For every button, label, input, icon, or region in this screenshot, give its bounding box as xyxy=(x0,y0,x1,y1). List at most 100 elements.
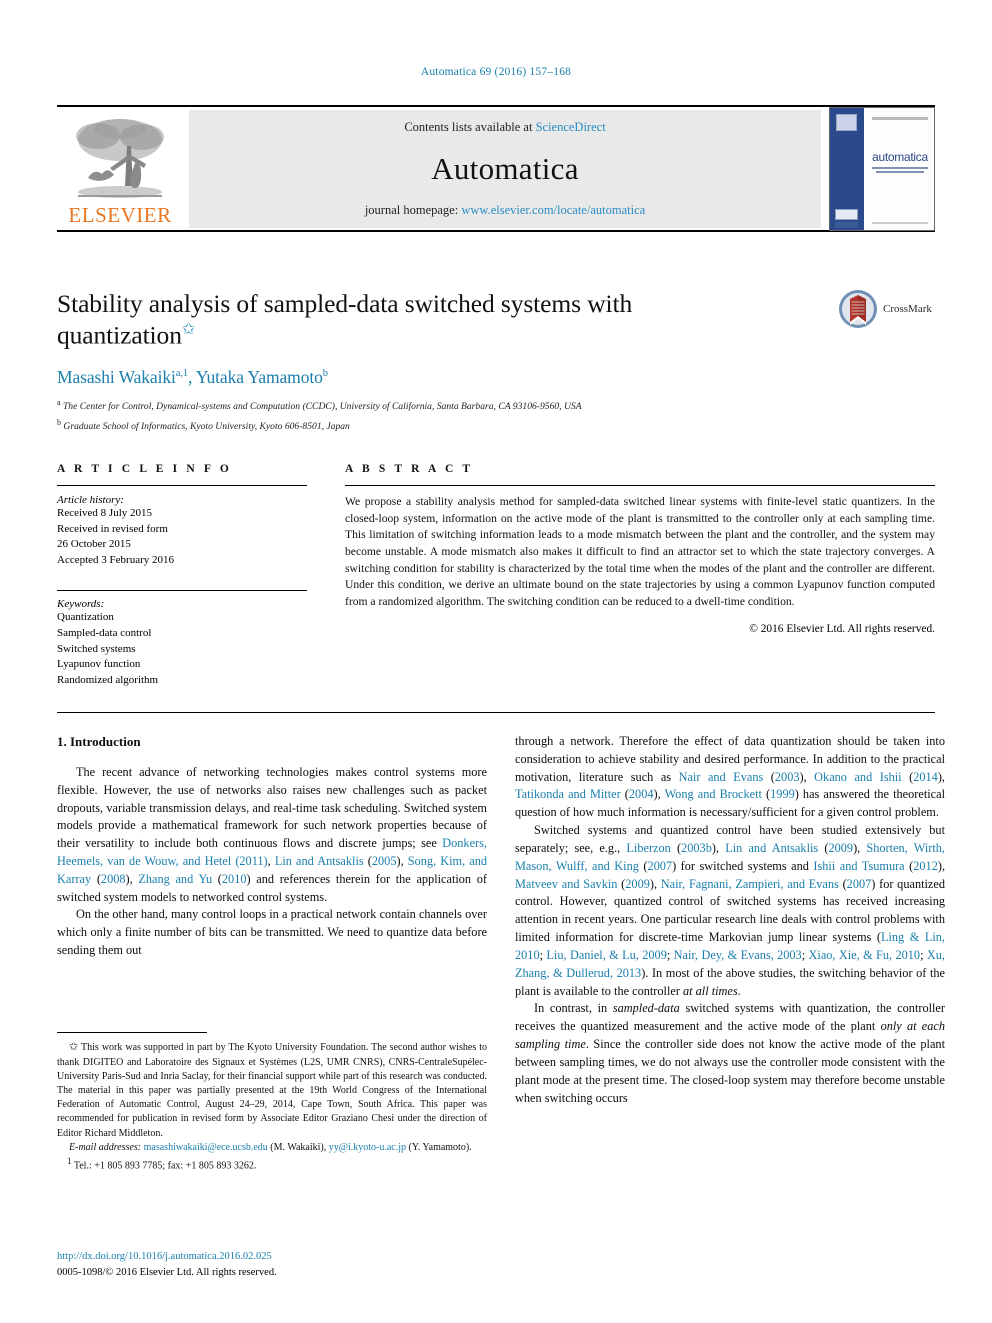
para-text: ), xyxy=(649,876,661,891)
affiliation-b-marker: b xyxy=(57,417,61,427)
issn-copyright-line: 0005-1098/© 2016 Elsevier Ltd. All right… xyxy=(57,1266,277,1278)
citation-link[interactable]: Lin and Antsaklis xyxy=(725,841,818,855)
paragraph: Switched systems and quantized control h… xyxy=(515,822,945,1000)
citation-year[interactable]: 2004 xyxy=(629,787,654,801)
citation-link[interactable]: Nair, Fagnani, Zampieri, and Evans xyxy=(661,877,839,891)
keywords-label: Keywords: xyxy=(57,598,105,611)
email-footnote: E-mail addresses: masashiwakaiki@ece.ucs… xyxy=(57,1141,487,1155)
author-2-affiliation-marker[interactable]: b xyxy=(323,368,328,379)
para-text: ( xyxy=(818,840,829,855)
elsevier-wordmark: ELSEVIER xyxy=(68,203,172,227)
para-text: ( xyxy=(91,871,101,886)
journal-homepage-link[interactable]: www.elsevier.com/locate/automatica xyxy=(461,203,645,217)
citation-link[interactable]: Matveev and Savkin xyxy=(515,877,617,891)
elsevier-logo: ELSEVIER xyxy=(57,110,183,228)
citation-year[interactable]: 2007 xyxy=(647,859,672,873)
para-text: In contrast, in xyxy=(534,1001,613,1016)
citation-year[interactable]: 2010 xyxy=(222,872,247,886)
cover-publisher-badge xyxy=(836,114,857,131)
masthead-bottom-rule xyxy=(57,230,935,232)
citation-year[interactable]: 2003 xyxy=(775,770,800,784)
paragraph: In contrast, in sampled-data switched sy… xyxy=(515,1000,945,1107)
paper-page: Automatica 69 (2016) 157–168 ELSEVIER Co… xyxy=(0,0,992,1323)
elsevier-tree-icon xyxy=(76,119,164,198)
citation-link[interactable]: Wong and Brockett xyxy=(665,787,762,801)
contents-available-line: Contents lists available at ScienceDirec… xyxy=(404,120,605,135)
journal-masthead: ELSEVIER Contents lists available at Sci… xyxy=(57,105,935,232)
abstract-heading: A B S T R A C T xyxy=(345,463,474,475)
citation-link[interactable]: Ishii and Tsumura xyxy=(813,859,904,873)
journal-homepage-line: journal homepage: www.elsevier.com/locat… xyxy=(365,203,645,218)
masthead-top-rule xyxy=(57,105,935,107)
title-footnote-marker[interactable]: ✩ xyxy=(182,321,195,338)
journal-cover-thumbnail: automatica xyxy=(829,107,935,231)
para-text: ; xyxy=(801,947,809,962)
crossmark-icon[interactable] xyxy=(838,289,878,329)
para-text: ; xyxy=(920,947,927,962)
paper-title-text: Stability analysis of sampled-data switc… xyxy=(57,289,633,350)
citation-year[interactable]: 2009 xyxy=(828,841,853,855)
para-text: ( xyxy=(620,787,629,802)
citation-link[interactable]: Xiao, Xie, & Fu, 2010 xyxy=(809,948,921,962)
citation-year[interactable]: 2012 xyxy=(913,859,938,873)
emphasis-text: at all times xyxy=(683,983,738,998)
citation-link[interactable]: Liberzon xyxy=(626,841,670,855)
citation-link[interactable]: Okano and Ishii xyxy=(814,770,901,784)
email-owner-2: (Y. Yamamoto). xyxy=(408,1141,472,1153)
citation-link[interactable]: Zhang and Yu xyxy=(138,872,212,886)
para-text: ) for switched systems and xyxy=(672,858,814,873)
citation-year[interactable]: 2007 xyxy=(847,877,872,891)
body-column-left: 1. Introduction The recent advance of ne… xyxy=(57,733,487,960)
cover-ifac-badge xyxy=(835,209,858,220)
email-link-wakaiki[interactable]: masashiwakaiki@ece.ucsb.edu xyxy=(144,1142,268,1153)
affiliation-a: a The Center for Control, Dynamical-syst… xyxy=(57,397,757,415)
para-text: ), xyxy=(937,858,946,873)
citation-link[interactable]: Nair, Dey, & Evans, 2003 xyxy=(674,948,802,962)
abstract-copyright: © 2016 Elsevier Ltd. All rights reserved… xyxy=(749,622,935,635)
para-text: ( xyxy=(904,858,914,873)
cover-top-rule xyxy=(872,117,928,120)
cover-subtitle-lines xyxy=(872,167,928,175)
para-text: . xyxy=(737,983,741,998)
citation-link[interactable]: Liu, Daniel, & Lu, 2009 xyxy=(546,948,666,962)
para-text: ), xyxy=(125,871,139,886)
author-2[interactable]: Yutaka Yamamoto xyxy=(196,367,323,387)
author-1-affiliation-marker[interactable]: a,1 xyxy=(176,368,188,379)
para-text: ( xyxy=(763,769,775,784)
citation-year[interactable]: 1999 xyxy=(770,787,795,801)
author-1[interactable]: Masashi Wakaiki xyxy=(57,367,176,387)
crossmark-badge[interactable]: CrossMark xyxy=(838,289,942,329)
author-list: Masashi Wakaikia,1, Yutaka Yamamotob xyxy=(57,366,328,387)
abstract-rule xyxy=(345,485,935,486)
para-text: , xyxy=(267,853,275,868)
citation-year[interactable]: 2014 xyxy=(913,770,938,784)
para-text: ( xyxy=(670,840,682,855)
citation-year[interactable]: 2005 xyxy=(372,854,397,868)
title-block: Stability analysis of sampled-data switc… xyxy=(57,289,757,435)
abstract-column: A B S T R A C T We propose a stability a… xyxy=(345,463,935,635)
sciencedirect-link[interactable]: ScienceDirect xyxy=(536,120,606,134)
para-text: ), xyxy=(853,840,867,855)
article-info-column: A R T I C L E I N F O Article history: R… xyxy=(57,463,307,688)
citation-year[interactable]: 2008 xyxy=(101,872,126,886)
abstract-text: We propose a stability analysis method f… xyxy=(345,495,935,609)
affiliation-b-text: Graduate School of Informatics, Kyoto Un… xyxy=(63,420,350,432)
citation-link[interactable]: Tatikonda and Mitter xyxy=(515,787,621,801)
article-history-label: Article history: xyxy=(57,494,124,506)
doi-link[interactable]: http://dx.doi.org/10.1016/j.automatica.2… xyxy=(57,1249,487,1265)
para-text: ; xyxy=(666,947,674,962)
paragraph: The recent advance of networking technol… xyxy=(57,764,487,907)
footnote-block: ✩ This work was supported in part by The… xyxy=(57,1040,487,1173)
citation-year[interactable]: 2003b xyxy=(681,841,712,855)
citation-link[interactable]: Nair and Evans xyxy=(679,770,764,784)
email-link-yamamoto[interactable]: yy@i.kyoto-u.ac.jp xyxy=(329,1142,406,1153)
keyword-item: Sampled-data control xyxy=(57,627,152,640)
tel-footnote-marker: 1 xyxy=(67,1155,72,1166)
citation-link[interactable]: Lin and Antsaklis xyxy=(275,854,364,868)
keyword-item: Lyapunov function xyxy=(57,658,141,671)
keyword-item: Randomized algorithm xyxy=(57,673,159,686)
affiliation-a-marker: a xyxy=(57,397,61,407)
history-accepted: Accepted 3 February 2016 xyxy=(57,553,174,566)
citation-year[interactable]: 2009 xyxy=(625,877,650,891)
para-text: ), xyxy=(937,769,945,784)
